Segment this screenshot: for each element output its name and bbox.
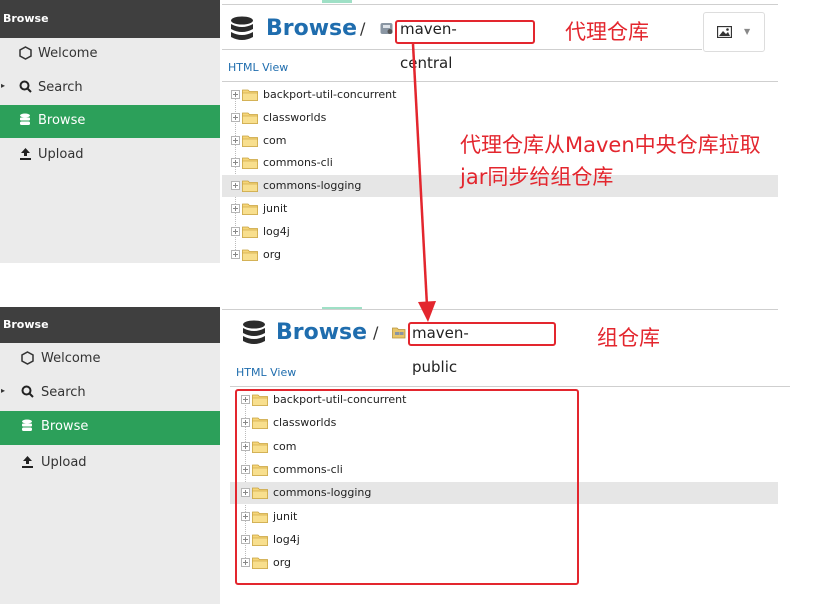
- group-repo-highlight-box: [408, 322, 556, 346]
- sidebar: Browse Welcome ▸ Search Browse Upload: [0, 0, 220, 263]
- folder-icon: [242, 248, 258, 261]
- html-view-link[interactable]: HTML View: [228, 61, 288, 74]
- folder-icon: [242, 88, 258, 101]
- nav-upload[interactable]: Upload: [0, 139, 220, 172]
- sidebar-header: Browse: [0, 307, 220, 343]
- expand-icon[interactable]: [231, 157, 240, 168]
- nav-welcome-label: Welcome: [41, 351, 101, 366]
- nav-upload[interactable]: Upload: [0, 447, 220, 480]
- nav-upload-label: Upload: [41, 455, 87, 470]
- expand-icon[interactable]: [231, 135, 240, 145]
- page-title[interactable]: Browse: [266, 12, 357, 46]
- tree-row-label: log4j: [263, 224, 290, 238]
- caret-right-icon: ▸: [1, 386, 6, 395]
- expand-icon[interactable]: [231, 89, 240, 99]
- tree-row-label: commons-cli: [263, 156, 333, 170]
- caret-right-icon: ▸: [1, 81, 6, 90]
- folder-icon: [242, 179, 258, 193]
- image-icon: [717, 26, 732, 38]
- accent-strip: [322, 0, 352, 3]
- header-rule: [222, 49, 702, 50]
- expand-icon[interactable]: [231, 112, 240, 122]
- folder-icon: [242, 202, 258, 215]
- database-icon: [243, 320, 265, 344]
- upload-icon: [18, 147, 32, 163]
- folder-icon: [242, 225, 258, 238]
- nav-browse-label: Browse: [41, 419, 89, 434]
- expand-icon[interactable]: [231, 249, 240, 259]
- breadcrumb-separator: /: [360, 19, 366, 38]
- nav-browse[interactable]: Browse: [0, 105, 220, 138]
- nav-welcome-label: Welcome: [38, 46, 98, 61]
- tree-row-label: commons-logging: [263, 179, 362, 193]
- nav-welcome[interactable]: Welcome: [0, 343, 220, 376]
- sidebar-header: Browse: [0, 0, 220, 38]
- tree-row[interactable]: classworlds: [222, 107, 778, 129]
- expand-icon[interactable]: [231, 180, 240, 191]
- pull-annotation-line2: jar同步给组仓库: [460, 165, 614, 189]
- html-view-link[interactable]: HTML View: [236, 366, 296, 379]
- nav-search[interactable]: ▸ Search: [0, 72, 220, 105]
- nav-search[interactable]: ▸ Search: [0, 377, 220, 410]
- tree-row[interactable]: junit: [222, 198, 778, 220]
- expand-icon[interactable]: [231, 203, 240, 213]
- hexagon-icon: [18, 46, 32, 62]
- breadcrumb-separator: /: [373, 323, 379, 342]
- tree-top-rule: [222, 81, 778, 82]
- nav-upload-label: Upload: [38, 147, 84, 162]
- tree-row[interactable]: log4j: [222, 221, 778, 243]
- database-icon: [231, 16, 253, 40]
- proxy-repo-icon: [380, 23, 393, 34]
- proxy-repo-highlight-box: [395, 20, 535, 44]
- tree-row-label: org: [263, 247, 282, 261]
- database-icon: [20, 419, 34, 435]
- tree-row[interactable]: backport-util-concurrent: [222, 84, 778, 106]
- tree-row-label: com: [263, 133, 287, 147]
- nav-browse-label: Browse: [38, 113, 86, 128]
- hexagon-icon: [20, 351, 34, 367]
- tree-row[interactable]: org: [222, 244, 778, 266]
- folder-icon: [242, 156, 258, 170]
- proxy-repo-annotation: 代理仓库: [565, 20, 649, 44]
- sidebar: Browse Welcome ▸ Search Browse Upload: [0, 307, 220, 604]
- tree-top-rule: [230, 386, 790, 387]
- pull-annotation-line1: 代理仓库从Maven中央仓库拉取: [460, 133, 761, 157]
- nav-browse[interactable]: Browse: [0, 411, 220, 445]
- folder-icon: [242, 134, 258, 147]
- page-title[interactable]: Browse: [276, 316, 367, 350]
- nav-welcome[interactable]: Welcome: [0, 38, 220, 71]
- tree-highlight-box: [235, 389, 579, 585]
- image-dropdown-button[interactable]: ▼: [703, 12, 765, 52]
- tree-row-label: junit: [263, 202, 288, 215]
- search-icon: [20, 385, 34, 401]
- group-repo-annotation: 组仓库: [597, 326, 660, 350]
- expand-icon[interactable]: [231, 226, 240, 236]
- tree-row-label: classworlds: [263, 110, 327, 124]
- database-icon: [18, 113, 32, 129]
- search-icon: [18, 80, 32, 96]
- top-border: [222, 309, 778, 310]
- group-repo-icon: [392, 327, 406, 339]
- chevron-down-icon: ▼: [744, 27, 751, 36]
- tree-row-label: backport-util-concurrent: [263, 88, 397, 101]
- top-border: [222, 4, 778, 5]
- upload-icon: [20, 455, 34, 471]
- nav-search-label: Search: [41, 385, 86, 400]
- folder-icon: [242, 111, 258, 124]
- nav-search-label: Search: [38, 80, 83, 95]
